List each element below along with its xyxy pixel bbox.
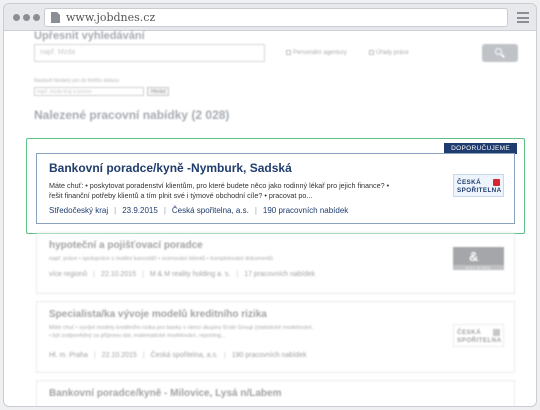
menu-icon[interactable] (517, 12, 529, 26)
job-card[interactable]: Specialista/ka vývoje modelů kreditního … (36, 301, 515, 373)
filters-heading: Upřesnit vyhledávání (34, 30, 145, 42)
page-icon (51, 12, 60, 23)
job-card[interactable]: hypoteční a pojišťovací poradce např. pr… (36, 232, 515, 294)
results-heading: Nalezené pracovní nabídky (2 028) (34, 108, 230, 122)
job-meta: Hl. m. Praha | 22.10.2015 | Česká spořitelna… (49, 352, 307, 359)
company-logo[interactable]: ČESKÁ SPOŘITELNA (453, 174, 504, 197)
address-bar[interactable]: www.jobdnes.cz (44, 8, 508, 27)
browser-toolbar: www.jobdnes.cz (4, 4, 536, 31)
job-title[interactable]: Specialista/ka vývoje modelů kreditního … (49, 309, 267, 320)
url-text: www.jobdnes.cz (66, 11, 156, 24)
job-description: např. práce • spolupráce s realitní kanc… (49, 256, 273, 262)
job-count[interactable]: 190 pracovních nabídek (263, 206, 348, 215)
agency-checkbox[interactable]: Personální agentury (286, 50, 347, 56)
window-dot-icon[interactable] (23, 14, 30, 21)
job-meta: Středočeský kraj | 23.9.2015 | Česká spořite… (49, 206, 349, 215)
job-title[interactable]: hypoteční a pojišťovací poradce (49, 240, 203, 251)
search-button[interactable] (482, 44, 518, 62)
company-logo[interactable]: & HOLDING (453, 247, 504, 270)
browser-window: www.jobdnes.cz Upřesnit vyhledávání např… (3, 3, 537, 407)
search-icon (495, 48, 502, 55)
job-date: 23.9.2015 (122, 206, 158, 215)
salary-input[interactable]: např. mzda kraj a pozice (34, 87, 144, 96)
labor-office-checkbox[interactable]: Úřady práce (369, 50, 409, 56)
salary-label: Nastavit hledaný pro do třetího dotazu: (34, 78, 120, 84)
job-card[interactable]: Bankovní poradce/kyně - Milovice, Lysá n… (36, 380, 515, 406)
window-dot-icon[interactable] (13, 14, 20, 21)
search-input[interactable]: např. Mzda (34, 44, 265, 62)
job-meta: více regionů | 22.10.2015 | M & M reality ho… (49, 271, 316, 278)
window-dot-icon[interactable] (33, 14, 40, 21)
company-logo[interactable]: ČESKÁ SPOŘITELNA (453, 324, 504, 347)
job-region[interactable]: Středočeský kraj (49, 206, 108, 215)
job-description: Máte chuť • vyvíjet modely kreditního ri… (49, 325, 314, 339)
job-description: Máte chuť: • poskytovat poradenství klie… (49, 181, 390, 200)
job-title[interactable]: Bankovní poradce/kyně -Nymburk, Sadská (49, 161, 292, 175)
featured-job-card[interactable]: Bankovní poradce/kyně -Nymburk, Sadská M… (36, 153, 515, 224)
job-title[interactable]: Bankovní poradce/kyně - Milovice, Lysá n… (49, 388, 281, 399)
job-company[interactable]: Česká spořitelna, a.s. (172, 206, 249, 215)
salary-search-button[interactable]: Hledat (147, 87, 170, 96)
